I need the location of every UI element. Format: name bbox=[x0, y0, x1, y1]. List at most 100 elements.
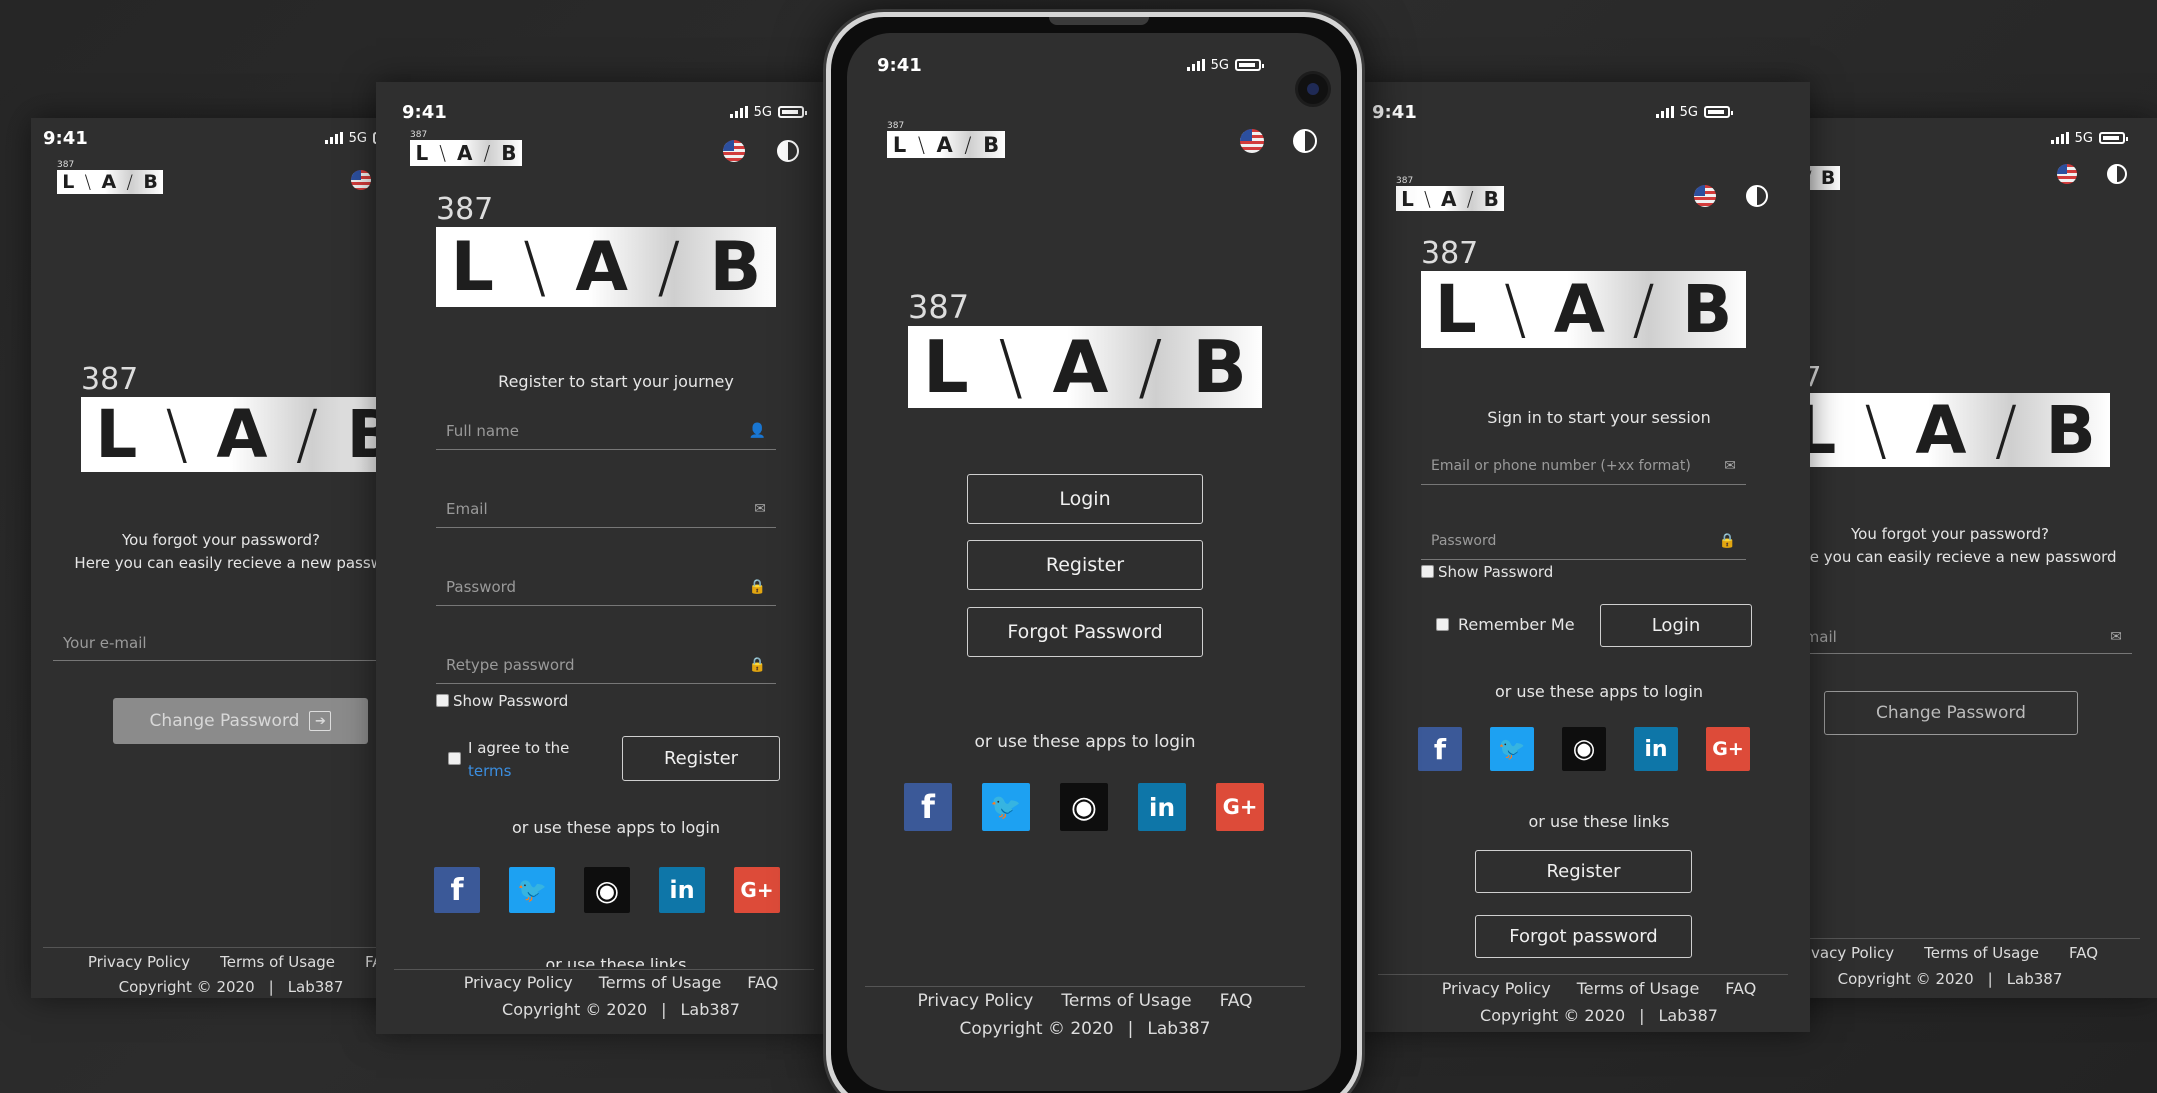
github-icon[interactable]: ◉ bbox=[584, 867, 630, 913]
remember-me-checkbox[interactable] bbox=[1436, 618, 1449, 631]
front-camera bbox=[1295, 71, 1331, 107]
login-button[interactable]: Login bbox=[967, 474, 1203, 524]
network-label: 5G bbox=[348, 130, 367, 146]
twitter-icon[interactable]: 🐦 bbox=[982, 783, 1030, 831]
register-screen: 9:41 5G 387 L \ A / B 387 L \ A / B Register to … bbox=[376, 82, 826, 1034]
terms-link[interactable]: Terms of Usage bbox=[1924, 944, 2039, 962]
google-plus-icon[interactable]: G+ bbox=[734, 867, 780, 913]
linkedin-icon[interactable]: in bbox=[659, 867, 705, 913]
footer-divider bbox=[43, 947, 403, 948]
show-password-checkbox[interactable] bbox=[436, 694, 449, 707]
forgot-password-button[interactable]: Forgot password bbox=[1475, 915, 1692, 958]
agree-text: I agree to the terms bbox=[468, 737, 569, 783]
status-bar: 9:41 5G bbox=[847, 37, 1341, 93]
footer-links: Privacy Policy Terms of Usage FAQ bbox=[376, 973, 826, 992]
language-flag-icon[interactable] bbox=[2057, 164, 2077, 184]
register-button[interactable]: Register bbox=[967, 540, 1203, 590]
theme-toggle-icon[interactable] bbox=[2107, 164, 2127, 184]
links-label: or use these links bbox=[545, 955, 687, 967]
language-flag-icon[interactable] bbox=[1240, 129, 1264, 153]
network-label: 5G bbox=[753, 104, 772, 120]
apps-label: or use these apps to login bbox=[511, 818, 721, 837]
password-input[interactable]: Password 🔒 bbox=[1421, 522, 1746, 560]
agree-checkbox[interactable] bbox=[448, 752, 461, 765]
register-button[interactable]: Register bbox=[1475, 850, 1692, 893]
email-phone-input[interactable]: Email or phone number (+xx format) ✉ bbox=[1421, 447, 1746, 485]
full-name-input[interactable]: Full name 👤 bbox=[436, 412, 776, 450]
facebook-icon[interactable]: f bbox=[434, 867, 480, 913]
signin-title: Sign in to start your session bbox=[1487, 408, 1711, 427]
apps-label: or use these apps to login bbox=[974, 732, 1196, 752]
logo-number: 387 bbox=[908, 288, 970, 326]
small-logo: 387 L \ A / B bbox=[57, 160, 163, 194]
facebook-icon[interactable]: f bbox=[1418, 727, 1462, 771]
change-password-button[interactable]: Change Password bbox=[1824, 691, 2078, 735]
signin-screen: 9:41 5G 387 L \ A / B 387 L \ A / B Sign in to s… bbox=[1358, 82, 1810, 1032]
email-input[interactable]: Email ✉ bbox=[436, 490, 776, 528]
logo-number: 387 bbox=[436, 192, 494, 227]
login-button[interactable]: Login bbox=[1600, 604, 1752, 647]
terms-link[interactable]: Terms of Usage bbox=[599, 973, 722, 992]
apps-label: or use these apps to login bbox=[1494, 682, 1704, 701]
password-input[interactable]: Password 🔒 bbox=[436, 568, 776, 606]
copyright: Copyright © 2020 | Lab387 bbox=[118, 978, 344, 996]
theme-toggle-icon[interactable] bbox=[1746, 185, 1768, 207]
signal-icon bbox=[1655, 106, 1674, 118]
change-password-button[interactable]: Change Password ➔ bbox=[113, 698, 368, 744]
google-plus-icon[interactable]: G+ bbox=[1706, 727, 1750, 771]
forgot-password-button[interactable]: Forgot Password bbox=[967, 607, 1203, 657]
google-plus-icon[interactable]: G+ bbox=[1216, 783, 1264, 831]
footer-divider bbox=[1780, 938, 2140, 939]
status-bar: 9:41 5G bbox=[31, 118, 411, 158]
links-label: or use these links bbox=[1528, 812, 1670, 831]
faq-link[interactable]: FAQ bbox=[1725, 979, 1756, 998]
show-password-label: Show Password bbox=[1438, 563, 1554, 581]
terms-link[interactable]: Terms of Usage bbox=[220, 953, 335, 971]
github-icon[interactable]: ◉ bbox=[1562, 727, 1606, 771]
terms-link[interactable]: terms bbox=[468, 760, 569, 783]
forgot-title: You forgot your password? Here you can e… bbox=[74, 531, 408, 572]
envelope-icon: ✉ bbox=[754, 500, 766, 517]
show-password-checkbox[interactable] bbox=[1421, 565, 1434, 578]
language-flag-icon[interactable] bbox=[351, 170, 371, 190]
theme-toggle-icon[interactable] bbox=[1293, 129, 1317, 153]
theme-toggle-icon[interactable] bbox=[777, 140, 799, 162]
footer-divider bbox=[394, 969, 814, 970]
footer-divider bbox=[1378, 974, 1788, 975]
email-input[interactable]: Your e-mail bbox=[53, 625, 393, 661]
signal-icon bbox=[1186, 59, 1205, 71]
faq-link[interactable]: FAQ bbox=[1220, 991, 1253, 1011]
terms-link[interactable]: Terms of Usage bbox=[1577, 979, 1700, 998]
forgot-password-screen-left: 9:41 5G 387 L \ A / B 387 L \ A / B You forgot y… bbox=[31, 118, 411, 998]
language-flag-icon[interactable] bbox=[1694, 185, 1716, 207]
copyright: Copyright © 2020 | Lab387 bbox=[959, 1019, 1211, 1039]
privacy-link[interactable]: Privacy Policy bbox=[464, 973, 573, 992]
facebook-icon[interactable]: f bbox=[904, 783, 952, 831]
terms-link[interactable]: Terms of Usage bbox=[1061, 991, 1191, 1011]
logo-number: 387 bbox=[81, 362, 139, 397]
envelope-icon: ✉ bbox=[1724, 457, 1736, 474]
main-logo: 387 L\A/B bbox=[908, 288, 1262, 409]
twitter-icon[interactable]: 🐦 bbox=[1490, 727, 1534, 771]
forgot-title: You forgot your password? Here you can e… bbox=[1783, 525, 2117, 566]
privacy-link[interactable]: Privacy Policy bbox=[1442, 979, 1551, 998]
faq-link[interactable]: FAQ bbox=[747, 973, 778, 992]
register-button[interactable]: Register bbox=[622, 736, 780, 781]
language-flag-icon[interactable] bbox=[723, 140, 745, 162]
linkedin-icon[interactable]: in bbox=[1634, 727, 1678, 771]
twitter-icon[interactable]: 🐦 bbox=[509, 867, 555, 913]
privacy-link[interactable]: Privacy Policy bbox=[917, 991, 1033, 1011]
battery-icon bbox=[778, 106, 807, 118]
privacy-link[interactable]: Privacy Policy bbox=[88, 953, 190, 971]
github-icon[interactable]: ◉ bbox=[1060, 783, 1108, 831]
main-logo: 387 L\A/B bbox=[436, 192, 776, 307]
network-label: 5G bbox=[1210, 57, 1229, 73]
linkedin-icon[interactable]: in bbox=[1138, 783, 1186, 831]
faq-link[interactable]: FAQ bbox=[2069, 944, 2098, 962]
arrow-right-icon: ➔ bbox=[309, 711, 332, 731]
network-label: 5G bbox=[1679, 104, 1698, 120]
copyright: Copyright © 2020 | Lab387 bbox=[502, 1000, 740, 1019]
user-icon: 👤 bbox=[748, 422, 766, 439]
retype-password-input[interactable]: Retype password 🔒 bbox=[436, 646, 776, 684]
email-input[interactable]: e-mail ✉ bbox=[1780, 620, 2132, 654]
